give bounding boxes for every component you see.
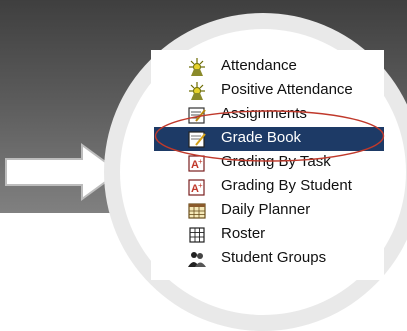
menu-item-roster[interactable]: Roster (184, 223, 384, 247)
attendance-icon (189, 82, 205, 100)
menu-item-positive-attendance[interactable]: Positive Attendance (184, 79, 384, 103)
menu-item-label: Attendance (221, 57, 297, 74)
grading-icon: A + (188, 179, 205, 196)
student-groups-icon (188, 252, 206, 267)
menu-item-label: Grading By Student (221, 177, 352, 194)
menu-item-label: Daily Planner (221, 201, 311, 218)
attendance-icon (189, 58, 205, 76)
menu-item-label: Roster (221, 225, 266, 242)
menu-item-label: Positive Attendance (221, 81, 353, 98)
svg-text:+: + (198, 181, 203, 190)
menu-item-grading-by-student[interactable]: A + Grading By Student (184, 175, 384, 199)
roster-icon (189, 227, 205, 243)
planner-icon (188, 203, 206, 219)
menu-item-attendance[interactable]: Attendance (184, 55, 384, 79)
menu-item-label: Student Groups (221, 249, 327, 266)
menu-item-student-groups[interactable]: Student Groups (184, 247, 384, 271)
menu-item-daily-planner[interactable]: Daily Planner (184, 199, 384, 223)
ellipse-highlight (154, 110, 385, 162)
